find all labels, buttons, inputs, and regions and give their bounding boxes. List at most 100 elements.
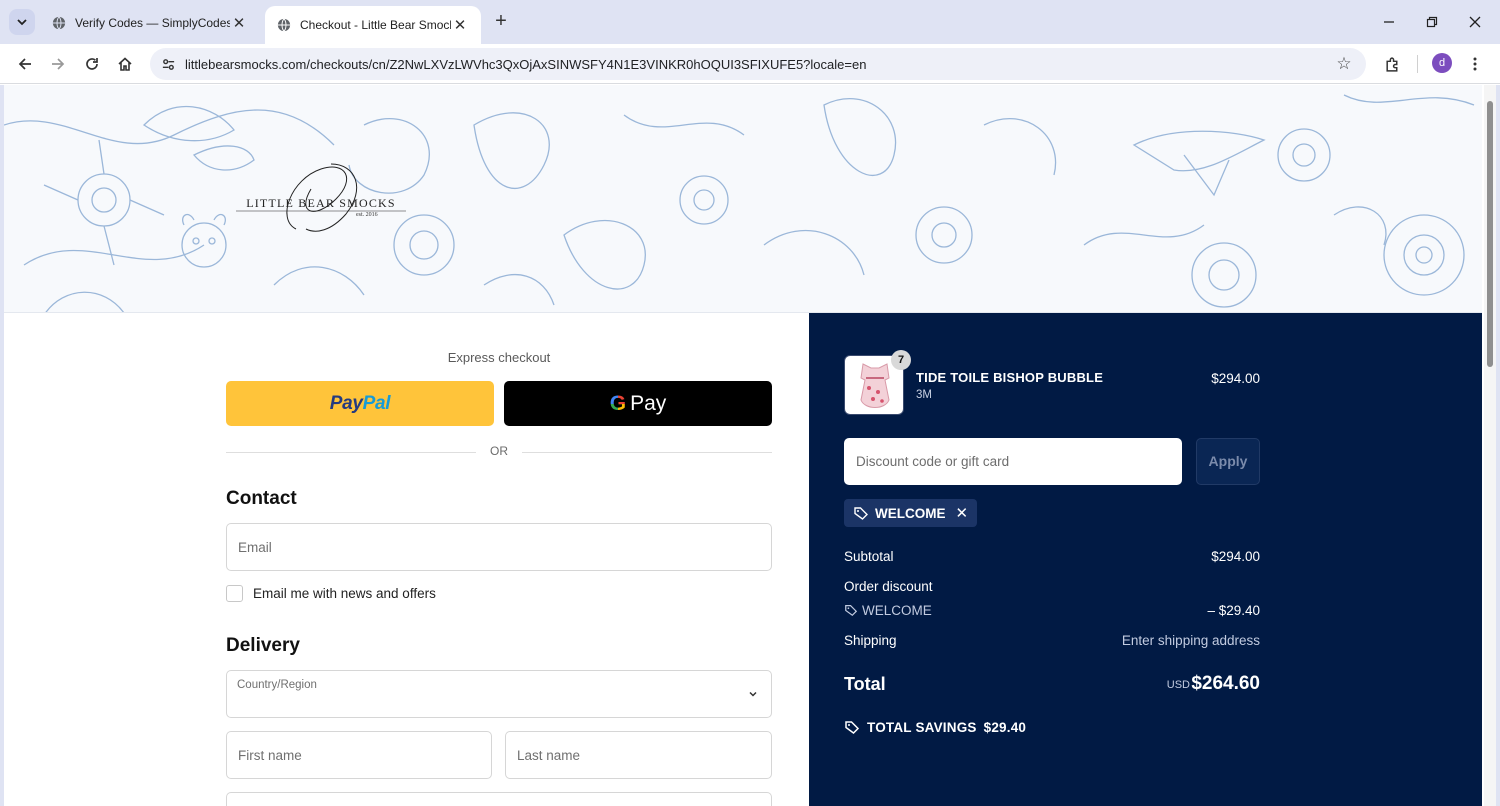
browser-menu-button[interactable] bbox=[1462, 51, 1488, 77]
reload-button[interactable] bbox=[79, 51, 105, 77]
tab-verify-codes[interactable]: Verify Codes — SimplyCodes ✕ bbox=[40, 6, 260, 40]
last-name-placeholder: Last name bbox=[517, 748, 581, 763]
tab-search-button[interactable] bbox=[9, 9, 35, 35]
applied-discount-tag: WELCOME ✕ bbox=[844, 499, 978, 527]
close-tab-icon[interactable]: ✕ bbox=[230, 14, 248, 32]
restore-button[interactable] bbox=[1419, 10, 1445, 34]
subtotal-label: Subtotal bbox=[844, 549, 894, 564]
arrow-right-icon bbox=[52, 58, 65, 70]
product-price: $294.00 bbox=[1211, 371, 1260, 386]
paypal-logo-pal: Pal bbox=[362, 392, 391, 414]
discount-detail-row: WELCOME – $29.40 bbox=[844, 603, 1260, 618]
checkout-page: LITTLE BEAR SMOCKS est. 2016 Express che… bbox=[4, 85, 1482, 806]
discount-amount: – $29.40 bbox=[1207, 603, 1260, 618]
shipping-label: Shipping bbox=[844, 633, 897, 648]
company-field[interactable] bbox=[226, 792, 772, 806]
newsletter-label: Email me with news and offers bbox=[253, 586, 436, 601]
shipping-value: Enter shipping address bbox=[1121, 633, 1260, 648]
logo-est: est. 2016 bbox=[356, 212, 378, 218]
minimize-icon bbox=[1384, 21, 1394, 23]
first-name-field[interactable]: First name bbox=[226, 731, 492, 779]
savings-label: TOTAL SAVINGS bbox=[867, 719, 977, 735]
savings-value: $29.40 bbox=[983, 719, 1027, 735]
bookmark-star-icon[interactable]: ☆ bbox=[1334, 54, 1354, 74]
order-discount-label: Order discount bbox=[844, 579, 933, 594]
back-button[interactable] bbox=[12, 51, 38, 77]
product-name: TIDE TOILE BISHOP BUBBLE bbox=[916, 370, 1104, 385]
window-frame-right bbox=[1496, 85, 1500, 806]
product-variant: 3M bbox=[916, 389, 932, 401]
gpay-label: Pay bbox=[630, 391, 667, 415]
tab-title: Verify Codes — SimplyCodes bbox=[75, 16, 230, 30]
close-tab-icon[interactable]: ✕ bbox=[451, 16, 469, 34]
newsletter-option[interactable]: Email me with news and offers bbox=[226, 585, 436, 602]
tag-icon bbox=[845, 721, 860, 734]
chevron-down-icon bbox=[17, 19, 27, 26]
discount-code-label: WELCOME bbox=[862, 603, 932, 618]
express-checkout-label: Express checkout bbox=[447, 350, 551, 365]
applied-discount-code: WELCOME bbox=[875, 505, 946, 521]
scrollbar-thumb[interactable] bbox=[1487, 101, 1493, 367]
profile-avatar[interactable]: d bbox=[1432, 53, 1452, 73]
tab-title: Checkout - Little Bear Smocks bbox=[300, 18, 451, 32]
order-discount-row: Order discount bbox=[844, 579, 1260, 594]
tab-checkout[interactable]: Checkout - Little Bear Smocks ✕ bbox=[265, 6, 481, 44]
globe-icon bbox=[277, 18, 291, 32]
extensions-button[interactable] bbox=[1379, 51, 1405, 77]
email-field[interactable]: Email bbox=[226, 523, 772, 571]
first-name-placeholder: First name bbox=[238, 748, 302, 763]
subtotal-value: $294.00 bbox=[1211, 549, 1260, 564]
close-window-button[interactable] bbox=[1462, 10, 1488, 34]
paypal-logo-pay: Pay bbox=[329, 392, 363, 414]
total-label: Total bbox=[844, 674, 886, 694]
new-tab-button[interactable]: + bbox=[490, 11, 512, 33]
apply-discount-button[interactable]: Apply bbox=[1196, 438, 1260, 485]
home-icon bbox=[118, 57, 132, 71]
checkout-form: Express checkout Pay Pal G Pay OR Contact… bbox=[4, 313, 809, 806]
tag-icon bbox=[845, 605, 858, 617]
reload-icon bbox=[86, 58, 98, 70]
shipping-row: Shipping Enter shipping address bbox=[844, 633, 1260, 648]
order-summary: 7 TIDE TOILE BISHOP BUBBLE 3M $294.00 Di… bbox=[809, 313, 1482, 806]
chevron-down-icon bbox=[749, 691, 757, 697]
site-settings-icon[interactable] bbox=[159, 55, 177, 73]
url-text: littlebearsmocks.com/checkouts/cn/Z2NwLX… bbox=[185, 56, 867, 72]
kebab-menu-icon bbox=[1473, 57, 1477, 71]
discount-placeholder: Discount code or gift card bbox=[856, 454, 1010, 469]
email-placeholder: Email bbox=[238, 540, 272, 555]
discount-code-input[interactable]: Discount code or gift card bbox=[844, 438, 1182, 485]
forward-button[interactable] bbox=[45, 51, 71, 77]
puzzle-icon bbox=[1385, 56, 1397, 72]
contact-heading: Contact bbox=[226, 488, 297, 509]
total-currency: USD bbox=[1166, 679, 1190, 691]
paypal-button[interactable]: Pay Pal bbox=[226, 381, 494, 426]
total-savings: TOTAL SAVINGS $29.40 bbox=[844, 719, 1026, 735]
delivery-heading: Delivery bbox=[226, 635, 300, 656]
page-scrollbar[interactable] bbox=[1484, 85, 1496, 806]
globe-icon bbox=[52, 16, 66, 30]
country-label: Country/Region bbox=[237, 679, 317, 691]
google-pay-button[interactable]: G Pay bbox=[504, 381, 772, 426]
remove-discount-icon[interactable]: ✕ bbox=[956, 504, 969, 522]
total-value: $264.60 bbox=[1191, 673, 1260, 694]
restore-icon bbox=[1426, 16, 1438, 28]
logo-wordmark: LITTLE BEAR SMOCKS bbox=[246, 196, 396, 210]
browser-tab-bar: Verify Codes — SimplyCodes ✕ Checkout - … bbox=[0, 0, 1500, 44]
last-name-field[interactable]: Last name bbox=[505, 731, 772, 779]
newsletter-checkbox[interactable] bbox=[226, 585, 243, 602]
home-button[interactable] bbox=[112, 51, 138, 77]
close-icon bbox=[1469, 16, 1481, 28]
store-logo[interactable]: LITTLE BEAR SMOCKS est. 2016 bbox=[236, 159, 406, 239]
or-label: OR bbox=[476, 444, 522, 458]
floral-pattern-illustration bbox=[4, 94, 1475, 312]
google-g-icon: G bbox=[609, 391, 627, 415]
quantity-badge: 7 bbox=[891, 350, 911, 370]
country-select[interactable]: Country/Region bbox=[226, 670, 772, 718]
floral-banner: LITTLE BEAR SMOCKS est. 2016 bbox=[4, 85, 1482, 313]
address-bar[interactable]: littlebearsmocks.com/checkouts/cn/Z2NwLX… bbox=[150, 48, 1366, 80]
browser-toolbar: littlebearsmocks.com/checkouts/cn/Z2NwLX… bbox=[0, 44, 1500, 84]
subtotal-row: Subtotal $294.00 bbox=[844, 549, 1260, 564]
minimize-button[interactable] bbox=[1376, 10, 1402, 34]
arrow-left-icon bbox=[18, 58, 31, 70]
tag-icon bbox=[854, 507, 868, 520]
